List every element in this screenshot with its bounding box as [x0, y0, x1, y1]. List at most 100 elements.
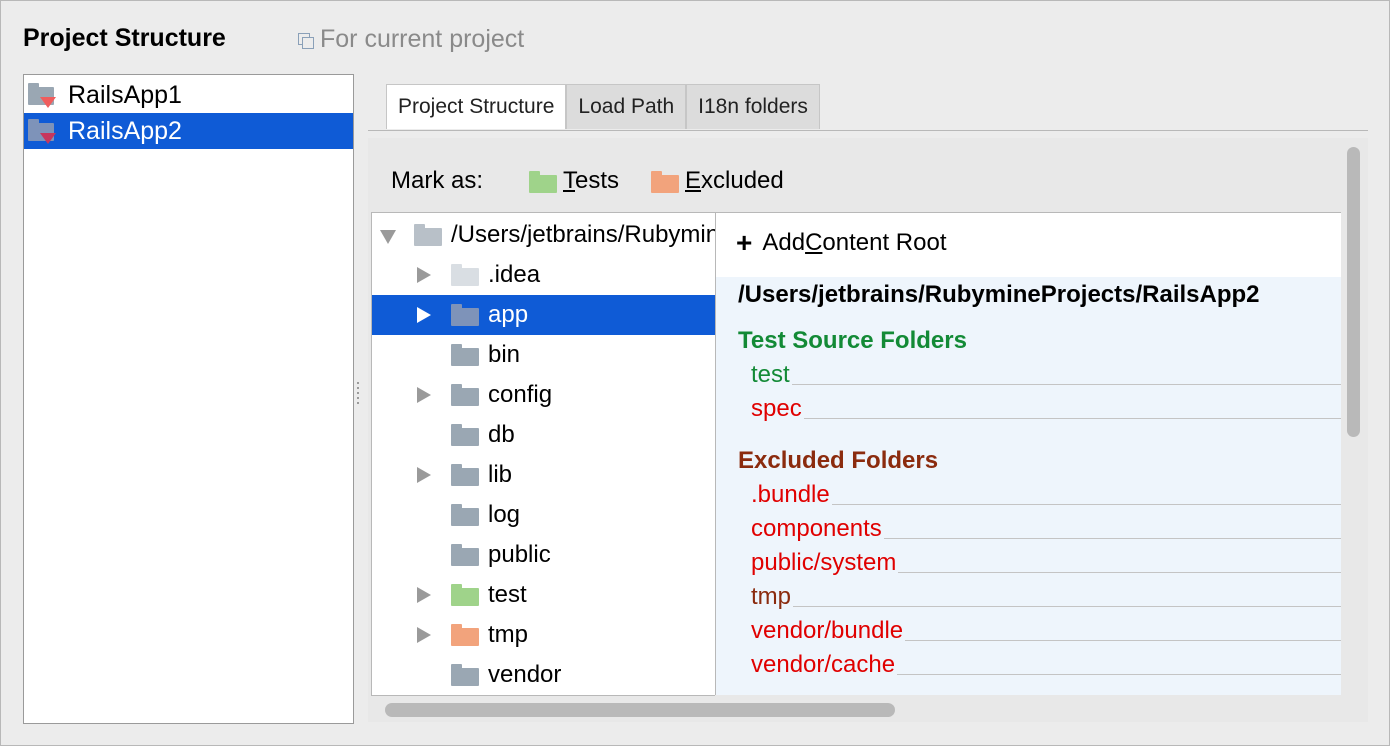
excluded-folder-item-label: public/system	[751, 549, 897, 576]
vertical-scrollbar[interactable]	[1347, 147, 1360, 437]
excluded-folder-item[interactable]: .bundle	[751, 481, 1341, 509]
folder-icon	[451, 464, 479, 486]
collapse-arrow-icon[interactable]	[417, 387, 431, 403]
project-item-railsapp1[interactable]: RailsApp1	[24, 77, 353, 113]
excluded-folder-item[interactable]: public/system	[751, 549, 1341, 577]
project-label: RailsApp2	[68, 116, 182, 145]
test-folder-item-label: test	[751, 361, 790, 388]
folder-icon	[451, 624, 479, 646]
test-source-folders-heading: Test Source Folders	[738, 327, 967, 354]
tree-row-label: public	[488, 541, 551, 568]
tree-row-label: /Users/jetbrains/RubymineProjects/RailsA…	[451, 221, 715, 248]
row-separator	[831, 504, 1341, 505]
row-separator	[897, 674, 1341, 675]
row-separator	[791, 384, 1341, 385]
expand-arrow-icon[interactable]	[380, 230, 396, 244]
folder-icon	[451, 424, 479, 446]
horizontal-scrollbar[interactable]	[385, 703, 895, 717]
tree-row[interactable]: vendor	[372, 655, 715, 695]
folder-icon	[451, 344, 479, 366]
mark-as-tests-label: ests	[575, 167, 620, 194]
tree-row-label: app	[488, 301, 529, 328]
excluded-folder-item[interactable]: vendor/bundle	[751, 617, 1341, 645]
content-root-panel: + Add Content Root /Users/jetbrains/Ruby…	[715, 212, 1341, 695]
tree-row[interactable]: app	[372, 295, 715, 335]
mark-as-excluded-button[interactable]: Excluded	[651, 167, 784, 195]
tab-divider	[368, 130, 1368, 131]
tree-row-label: lib	[488, 461, 513, 488]
tree-row[interactable]: log	[372, 495, 715, 535]
tab-project-structure[interactable]: Project Structure	[386, 84, 567, 129]
splitter-handle[interactable]	[355, 380, 361, 416]
tree-row-label: tmp	[488, 621, 529, 648]
plus-icon: +	[736, 227, 753, 258]
folder-icon	[451, 384, 479, 406]
excluded-folders-heading: Excluded Folders	[738, 447, 939, 474]
test-folder-item-label: spec	[751, 395, 802, 422]
tree-row[interactable]: test	[372, 575, 715, 615]
page-title: Project Structure	[23, 24, 226, 52]
scope-indicator: For current project	[298, 25, 524, 54]
folder-icon	[451, 664, 479, 686]
excluded-folder-icon	[651, 171, 679, 193]
tree-row[interactable]: .idea	[372, 255, 715, 295]
content-root-path: /Users/jetbrains/RubymineProjects/RailsA…	[738, 281, 1260, 308]
module-folder-icon	[28, 119, 58, 144]
tree-row[interactable]: bin	[372, 335, 715, 375]
collapse-arrow-icon[interactable]	[417, 627, 431, 643]
tab-i18n-folders[interactable]: I18n folders	[686, 84, 820, 129]
row-separator	[898, 572, 1341, 573]
tree-row-label: .idea	[488, 261, 541, 288]
folder-tree[interactable]: /Users/jetbrains/RubymineProjects/RailsA…	[371, 212, 715, 696]
mnemonic: E	[685, 167, 702, 194]
add-content-root-button[interactable]: + Add Content Root	[736, 229, 947, 257]
excluded-folder-item[interactable]: components	[751, 515, 1341, 543]
collapse-arrow-icon[interactable]	[417, 467, 431, 483]
module-folder-icon	[28, 83, 58, 108]
folder-icon	[451, 264, 479, 286]
tree-row[interactable]: tmp	[372, 615, 715, 655]
excluded-folder-item-label: vendor/cache	[751, 651, 896, 678]
tree-row[interactable]: /Users/jetbrains/RubymineProjects/RailsA…	[372, 215, 715, 255]
add-content-root-before: Add	[762, 229, 806, 256]
excluded-folder-item-label: vendor/bundle	[751, 617, 904, 644]
tree-row-label: log	[488, 501, 521, 528]
project-list[interactable]: RailsApp1 RailsApp2	[23, 74, 354, 724]
content-root-summary: /Users/jetbrains/RubymineProjects/RailsA…	[716, 277, 1341, 695]
tree-row[interactable]: public	[372, 535, 715, 575]
mnemonic: C	[805, 229, 823, 256]
copy-icon	[298, 32, 314, 49]
row-separator	[883, 538, 1341, 539]
excluded-folder-item-label: tmp	[751, 583, 792, 610]
collapse-arrow-icon[interactable]	[417, 267, 431, 283]
row-separator	[905, 640, 1341, 641]
project-item-railsapp2[interactable]: RailsApp2	[24, 113, 353, 149]
tree-row-label: vendor	[488, 661, 562, 688]
tab-bar: Project Structure Load Path I18n folders	[386, 84, 820, 130]
tab-load-path[interactable]: Load Path	[566, 84, 687, 129]
excluded-folder-item[interactable]: vendor/cache	[751, 651, 1341, 679]
mark-as-label: Mark as:	[391, 167, 484, 194]
mnemonic: T	[563, 167, 575, 194]
test-folder-item[interactable]: test	[751, 361, 1341, 389]
folder-icon	[451, 304, 479, 326]
tree-row[interactable]: config	[372, 375, 715, 415]
tree-row[interactable]: lib	[372, 455, 715, 495]
row-separator	[803, 418, 1341, 419]
excluded-folder-item[interactable]: tmp	[751, 583, 1341, 611]
tree-row-label: test	[488, 581, 527, 608]
mark-as-tests-button[interactable]: Tests	[529, 167, 619, 195]
folder-icon	[451, 544, 479, 566]
scope-label: For current project	[320, 25, 525, 53]
project-label: RailsApp1	[68, 80, 182, 109]
test-folder-item[interactable]: spec	[751, 395, 1341, 423]
mark-as-excluded-label: xcluded	[701, 167, 784, 194]
folder-icon	[414, 224, 442, 246]
tree-row-label: config	[488, 381, 553, 408]
collapse-arrow-icon[interactable]	[417, 587, 431, 603]
collapse-arrow-icon[interactable]	[417, 307, 431, 323]
test-folder-icon	[529, 171, 557, 193]
row-separator	[793, 606, 1341, 607]
add-content-root-after: ontent Root	[822, 229, 947, 256]
tree-row[interactable]: db	[372, 415, 715, 455]
